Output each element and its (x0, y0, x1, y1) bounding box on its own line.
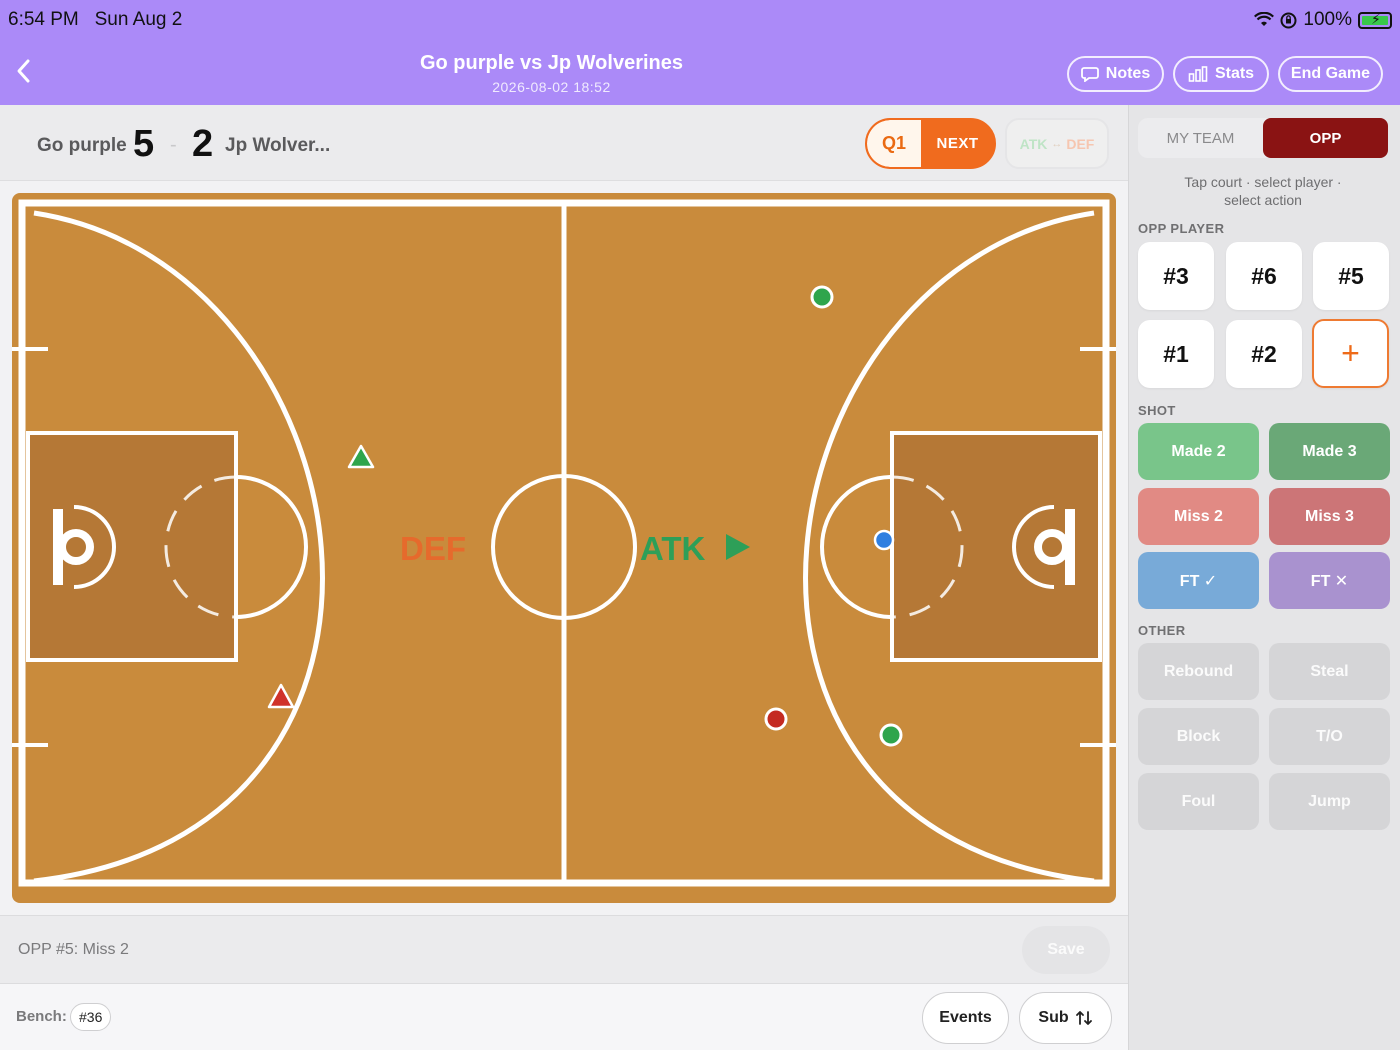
bar-chart-icon (1188, 66, 1208, 82)
atk-toggle-label: ATK (1019, 135, 1048, 152)
pending-event-text: OPP #5: Miss 2 (18, 941, 129, 958)
add-player-button[interactable]: + (1312, 319, 1389, 388)
jump-button[interactable]: Jump (1269, 773, 1390, 830)
swap-vertical-icon (1075, 1011, 1092, 1025)
bench-player-chip[interactable]: #36 (70, 1003, 112, 1031)
ft-made-button[interactable]: FT ✓ (1138, 552, 1259, 609)
team-segmented-control: MY TEAM OPP (1138, 118, 1388, 158)
foul-button[interactable]: Foul (1138, 773, 1259, 830)
event-log-bar: OPP #5: Miss 2 Save (0, 915, 1128, 983)
app-header: 6:54 PM Sun Aug 2 100% ⚡ Go purple vs Jp… (0, 0, 1400, 105)
player-button-3[interactable]: #3 (1138, 242, 1214, 310)
save-button[interactable]: Save (1022, 926, 1110, 974)
quarter-control: Q1 NEXT (865, 118, 996, 169)
def-half-label: DEF (400, 530, 466, 567)
sub-button[interactable]: Sub (1019, 992, 1112, 1044)
away-score: 2 (192, 123, 214, 165)
player-button-1[interactable]: #1 (1138, 320, 1214, 388)
instruction-hint: Tap court · select player · select actio… (1184, 174, 1342, 208)
shot-marker[interactable] (873, 529, 895, 551)
turnover-button[interactable]: T/O (1269, 708, 1390, 765)
shot-marker[interactable] (810, 285, 834, 309)
basketball-court[interactable]: DEF ATK (12, 193, 1116, 903)
court-area: DEF ATK (0, 181, 1128, 915)
end-game-button[interactable]: End Game (1278, 56, 1383, 92)
shot-section-label: SHOT (1138, 403, 1176, 418)
events-button[interactable]: Events (922, 992, 1009, 1044)
notes-button[interactable]: Notes (1067, 56, 1164, 92)
miss-3-button[interactable]: Miss 3 (1269, 488, 1390, 545)
made-3-button[interactable]: Made 3 (1269, 423, 1390, 480)
miss-2-button[interactable]: Miss 2 (1138, 488, 1259, 545)
quarter-label[interactable]: Q1 (867, 120, 921, 167)
atk-def-toggle[interactable]: ATK ↔ DEF (1005, 118, 1109, 169)
rebound-button[interactable]: Rebound (1138, 643, 1259, 700)
bench-bar: Bench: #36 Events Sub (0, 983, 1128, 1050)
battery-icon: ⚡ (1358, 11, 1392, 29)
speech-bubble-icon (1080, 67, 1099, 82)
made-2-button[interactable]: Made 2 (1138, 423, 1259, 480)
score-separator: - (170, 134, 177, 156)
game-datetime: 2026-08-02 18:52 (492, 79, 611, 95)
bench-label: Bench: (16, 1008, 67, 1025)
next-quarter-button[interactable]: NEXT (921, 120, 994, 167)
player-button-5[interactable]: #5 (1313, 242, 1389, 310)
game-title: Go purple vs Jp Wolverines (419, 52, 684, 74)
ft-miss-button[interactable]: FT ✕ (1269, 552, 1390, 609)
block-button[interactable]: Block (1138, 708, 1259, 765)
away-team-name: Jp Wolver... (225, 135, 331, 156)
orientation-lock-icon (1280, 12, 1297, 28)
stats-button[interactable]: Stats (1173, 56, 1269, 92)
status-time: 6:54 PM Sun Aug 2 (8, 9, 183, 30)
status-right: 100% ⚡ (1254, 9, 1392, 31)
other-section-label: OTHER (1138, 623, 1186, 638)
def-toggle-label: DEF (1066, 135, 1095, 152)
opp-player-section-label: OPP PLAYER (1138, 221, 1225, 236)
player-button-6[interactable]: #6 (1226, 242, 1302, 310)
tab-my-team[interactable]: MY TEAM (1138, 118, 1263, 158)
home-score: 5 (133, 123, 155, 165)
battery-percent: 100% (1303, 9, 1352, 30)
shot-marker[interactable] (764, 707, 788, 731)
swap-arrow-icon: ↔ (1051, 137, 1063, 150)
shot-marker[interactable] (879, 723, 903, 747)
player-button-2[interactable]: #2 (1226, 320, 1302, 388)
tab-opp[interactable]: OPP (1263, 118, 1388, 158)
atk-half-label: ATK (640, 530, 706, 567)
home-team-name: Go purple (37, 135, 127, 156)
wifi-icon (1254, 12, 1275, 26)
steal-button[interactable]: Steal (1269, 643, 1390, 700)
